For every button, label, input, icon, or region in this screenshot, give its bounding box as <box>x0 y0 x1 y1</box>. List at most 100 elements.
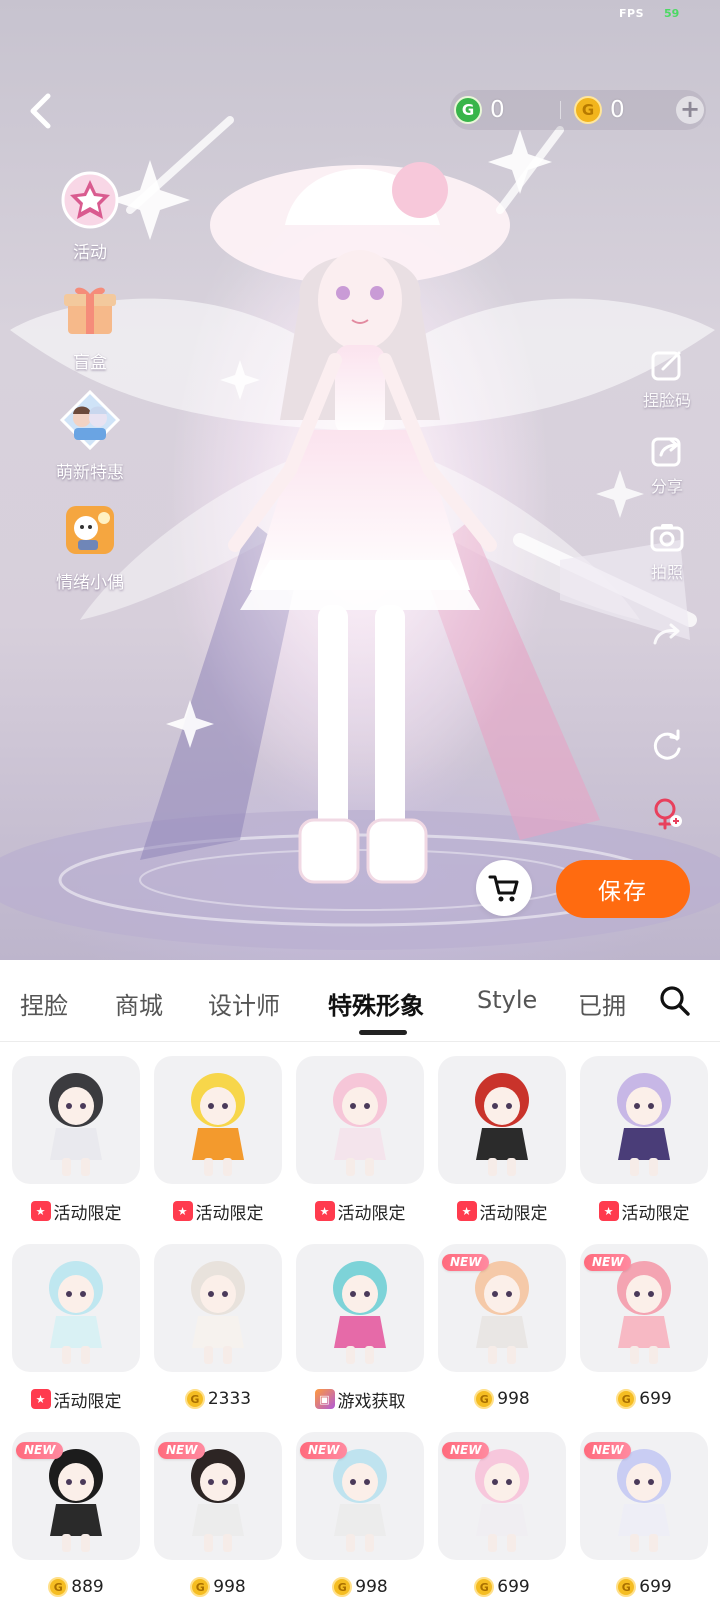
currency-divider <box>560 101 561 119</box>
menu-item-blind-box[interactable]: 盲盒 <box>30 278 150 373</box>
gold-coin-icon: G <box>474 1389 495 1409</box>
avatar-item-thumbnail <box>296 1244 424 1372</box>
item-price-text: 游戏获取 <box>337 1391 406 1412</box>
gender-swap-button[interactable] <box>622 793 712 833</box>
back-button[interactable] <box>22 88 58 134</box>
limited-event-icon: ★ <box>314 1201 335 1221</box>
character-figure <box>333 1073 387 1176</box>
tab-face[interactable]: 捏脸 <box>20 986 68 1021</box>
chevron-left-icon <box>30 93 51 129</box>
avatar-item-card[interactable]: NEW G 699 <box>580 1244 708 1412</box>
avatar-item-thumbnail <box>580 1056 708 1184</box>
character-figure <box>49 1261 103 1364</box>
gold-currency[interactable]: G 0 <box>574 90 625 130</box>
avatar-item-thumbnail <box>296 1056 424 1184</box>
tab-special-avatar[interactable]: 特殊形象 <box>328 986 424 1021</box>
item-price: G 889 <box>12 1574 140 1600</box>
item-price-text: 活动限定 <box>53 1391 122 1412</box>
item-price-text: 活动限定 <box>479 1203 548 1224</box>
avatar-item-thumbnail <box>154 1056 282 1184</box>
avatar-item-card[interactable]: NEW G 998 <box>296 1432 424 1600</box>
add-currency-button[interactable]: + <box>676 96 704 124</box>
avatar-item-card[interactable]: NEW G 699 <box>438 1432 566 1600</box>
avatar-item-thumbnail: NEW <box>438 1244 566 1372</box>
avatar-item-card[interactable]: NEW G 699 <box>580 1432 708 1600</box>
character-figure <box>191 1073 245 1176</box>
item-price-text: 699 <box>639 1577 672 1597</box>
currency-bar: G 0 G 0 + <box>450 90 706 130</box>
character-figure <box>49 1073 103 1176</box>
menu-item-event-label: 活动 <box>73 243 107 263</box>
redo-button[interactable] <box>622 615 712 655</box>
character-figure <box>475 1073 529 1176</box>
gold-currency-amount: 0 <box>610 97 625 123</box>
avatar-item-thumbnail: NEW <box>438 1432 566 1560</box>
new-badge: NEW <box>442 1442 490 1459</box>
avatar-item-thumbnail <box>12 1244 140 1372</box>
avatar-item-card[interactable]: G 2333 <box>154 1244 282 1412</box>
fps-value: 59 <box>664 7 680 20</box>
green-currency[interactable]: G 0 <box>454 90 505 130</box>
rotate-button[interactable] <box>622 725 712 765</box>
avatar-item-thumbnail: NEW <box>296 1432 424 1560</box>
item-price: ★ 活动限定 <box>296 1198 424 1224</box>
menu-item-emotion-doll[interactable]: 情绪小偶 <box>30 498 150 593</box>
avatar-item-card[interactable]: ★ 活动限定 <box>154 1056 282 1224</box>
menu-item-emotion-doll-label: 情绪小偶 <box>56 573 124 593</box>
avatar-item-card[interactable]: NEW G 998 <box>154 1432 282 1600</box>
avatar-item-card[interactable]: ★ 活动限定 <box>12 1056 140 1224</box>
avatar-item-card[interactable]: ★ 活动限定 <box>438 1056 566 1224</box>
camera-icon <box>647 517 687 557</box>
gender-swap-icon <box>647 793 687 833</box>
item-price: ★ 活动限定 <box>154 1198 282 1224</box>
avatar-item-card[interactable]: ★ 活动限定 <box>580 1056 708 1224</box>
share-button[interactable]: 分享 <box>622 431 712 497</box>
limited-event-icon: ★ <box>30 1201 51 1221</box>
search-icon[interactable] <box>658 984 692 1018</box>
item-price: G 998 <box>154 1574 282 1600</box>
camera-button[interactable]: 拍照 <box>622 517 712 583</box>
avatar-item-thumbnail <box>438 1056 566 1184</box>
gold-coin-icon: G <box>574 96 602 124</box>
active-tab-indicator <box>359 1030 407 1035</box>
menu-item-event[interactable]: 活动 <box>30 168 150 263</box>
item-price: G 998 <box>438 1386 566 1412</box>
item-price: G 699 <box>580 1386 708 1412</box>
item-price: G 699 <box>580 1574 708 1600</box>
new-badge: NEW <box>16 1442 64 1459</box>
avatar-stage[interactable]: FPS 59 G 0 G 0 + 活动 盲盒 萌新特惠 情绪小偶 捏脸码 分享 … <box>0 0 720 960</box>
avatar-item-card[interactable]: ★ 活动限定 <box>12 1244 140 1412</box>
item-price-text: 998 <box>497 1389 530 1409</box>
item-price-text: 889 <box>71 1577 104 1597</box>
camera-label: 拍照 <box>650 563 683 582</box>
limited-event-icon: ★ <box>456 1201 477 1221</box>
avatar-item-card[interactable]: NEW G 889 <box>12 1432 140 1600</box>
save-button[interactable]: 保存 <box>556 860 690 918</box>
menu-item-newbie-deal[interactable]: 萌新特惠 <box>30 388 150 483</box>
new-badge: NEW <box>300 1442 348 1459</box>
avatar-item-card[interactable]: NEW G 998 <box>438 1244 566 1412</box>
character-figure <box>333 1261 387 1364</box>
new-badge: NEW <box>158 1442 206 1459</box>
share-label: 分享 <box>650 477 683 496</box>
item-price: G 998 <box>296 1574 424 1600</box>
item-price-text: 2333 <box>207 1389 252 1409</box>
cart-icon <box>488 875 519 902</box>
tab-style[interactable]: Style <box>477 986 537 1014</box>
cart-button[interactable] <box>476 860 532 916</box>
tab-designer[interactable]: 设计师 <box>208 986 280 1021</box>
item-price-text: 活动限定 <box>621 1203 690 1224</box>
gold-coin-icon: G <box>332 1577 353 1597</box>
item-price: ★ 活动限定 <box>12 1198 140 1224</box>
new-badge: NEW <box>442 1254 490 1271</box>
item-price: ★ 活动限定 <box>12 1386 140 1412</box>
avatar-item-card[interactable]: ★ 活动限定 <box>296 1056 424 1224</box>
gold-coin-icon: G <box>190 1577 211 1597</box>
gold-coin-icon: G <box>184 1389 205 1409</box>
tab-owned[interactable]: 已拥 <box>578 986 626 1021</box>
menu-item-newbie-deal-label: 萌新特惠 <box>56 463 124 483</box>
tab-mall[interactable]: 商城 <box>115 986 163 1021</box>
event-star-icon <box>58 168 122 232</box>
face-code-button[interactable]: 捏脸码 <box>622 345 712 411</box>
avatar-item-card[interactable]: ▣ 游戏获取 <box>296 1244 424 1412</box>
